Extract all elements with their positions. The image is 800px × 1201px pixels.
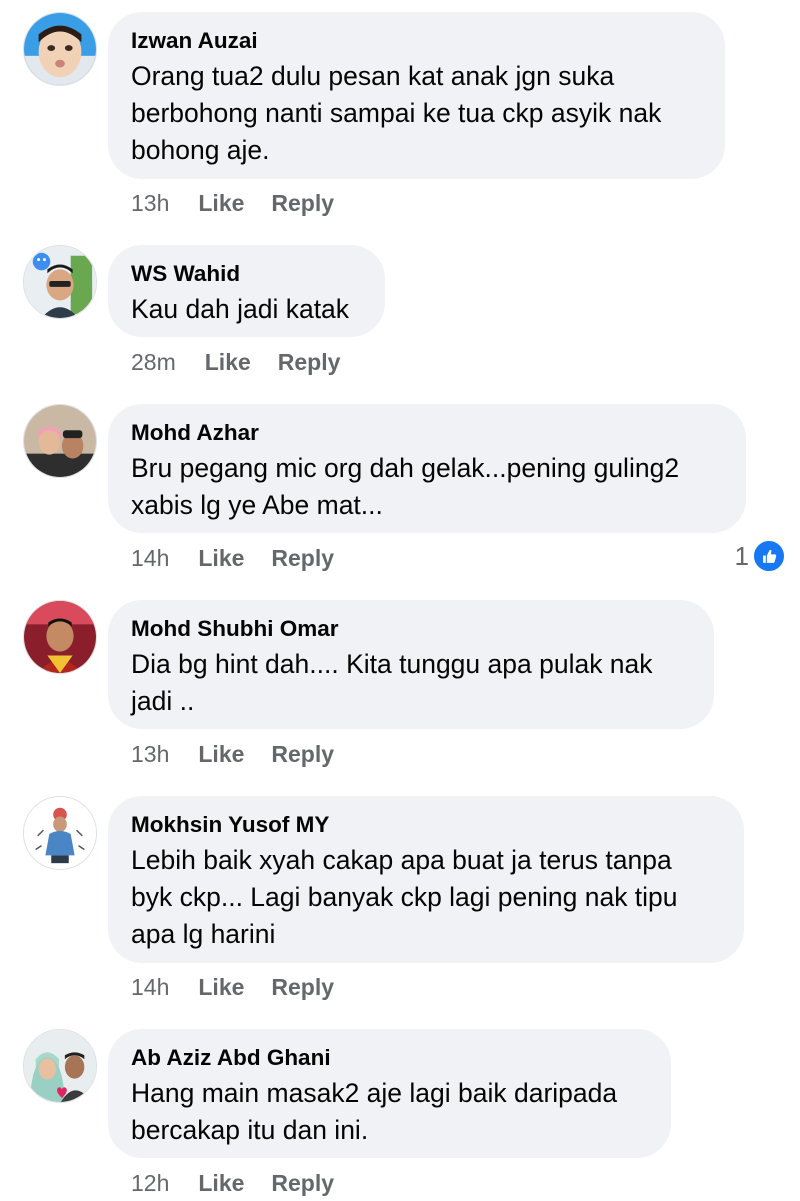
avatar-photo bbox=[24, 797, 96, 869]
avatar-photo bbox=[24, 246, 96, 318]
comment-actions: 13h Like Reply bbox=[131, 189, 334, 217]
avatar[interactable] bbox=[23, 796, 97, 870]
comment-author[interactable]: WS Wahid bbox=[131, 261, 361, 287]
comment-text-line: xabis lg ye Abe mat... bbox=[131, 490, 383, 520]
comment-timestamp[interactable]: 13h bbox=[131, 741, 169, 767]
comment-actions: 13h Like Reply bbox=[131, 740, 334, 768]
comment-bubble: Mohd Azhar Bru pegang mic org dah gelak.… bbox=[108, 404, 746, 533]
avatar-photo bbox=[24, 13, 96, 85]
comment-author[interactable]: Izwan Auzai bbox=[131, 28, 701, 54]
comment-bubble: WS Wahid Kau dah jadi katak bbox=[108, 245, 385, 337]
thumbs-up-icon bbox=[752, 539, 786, 573]
reply-button[interactable]: Reply bbox=[271, 1170, 334, 1196]
comment-author[interactable]: Mohd Shubhi Omar bbox=[131, 616, 690, 642]
comment-author[interactable]: Mohd Azhar bbox=[131, 420, 722, 446]
comment-author[interactable]: Ab Aziz Abd Ghani bbox=[131, 1045, 647, 1071]
like-button[interactable]: Like bbox=[198, 1170, 244, 1196]
comment-text-line: berbohong nanti sampai ke tua ckp asyik … bbox=[131, 98, 662, 128]
comment-text-line: byk ckp... Lagi banyak ckp lagi pening n… bbox=[131, 882, 678, 912]
like-button[interactable]: Like bbox=[198, 974, 244, 1000]
comment-text-line: Dia bg hint dah.... Kita tunggu apa pula… bbox=[131, 649, 653, 679]
comment-timestamp[interactable]: 28m bbox=[131, 349, 176, 375]
like-button[interactable]: Like bbox=[198, 741, 244, 767]
comment-text-line: bercakap itu dan ini. bbox=[131, 1115, 369, 1145]
reply-button[interactable]: Reply bbox=[278, 349, 341, 375]
reaction-summary[interactable]: 1 bbox=[735, 539, 786, 573]
comment-actions: 14h Like Reply bbox=[131, 544, 334, 572]
avatar[interactable] bbox=[23, 245, 97, 319]
comment-actions: 12h Like Reply bbox=[131, 1169, 334, 1197]
reply-button[interactable]: Reply bbox=[271, 741, 334, 767]
comment-bubble: Mokhsin Yusof MY Lebih baik xyah cakap a… bbox=[108, 796, 744, 963]
avatar[interactable] bbox=[23, 404, 97, 478]
comment-timestamp[interactable]: 13h bbox=[131, 190, 169, 216]
comment-timestamp[interactable]: 14h bbox=[131, 974, 169, 1000]
comment-text-line: bohong aje. bbox=[131, 135, 270, 165]
avatar[interactable] bbox=[23, 600, 97, 674]
comment-text-line: Orang tua2 dulu pesan kat anak jgn suka bbox=[131, 61, 615, 91]
reply-button[interactable]: Reply bbox=[271, 545, 334, 571]
avatar-photo bbox=[24, 601, 96, 673]
like-button[interactable]: Like bbox=[198, 545, 244, 571]
reply-button[interactable]: Reply bbox=[271, 190, 334, 216]
comment-text-line: jadi .. bbox=[131, 686, 195, 716]
comment-bubble: Izwan Auzai Orang tua2 dulu pesan kat an… bbox=[108, 12, 725, 179]
like-button[interactable]: Like bbox=[205, 349, 251, 375]
avatar[interactable] bbox=[23, 1029, 97, 1103]
comment-bubble: Mohd Shubhi Omar Dia bg hint dah.... Kit… bbox=[108, 600, 714, 729]
comment-timestamp[interactable]: 14h bbox=[131, 545, 169, 571]
comment-text-line: Hang main masak2 aje lagi baik daripada bbox=[131, 1078, 618, 1108]
comment-timestamp[interactable]: 12h bbox=[131, 1170, 169, 1196]
comment-text-line: Lebih baik xyah cakap apa buat ja terus … bbox=[131, 845, 672, 875]
like-button[interactable]: Like bbox=[198, 190, 244, 216]
avatar[interactable] bbox=[23, 12, 97, 86]
comment-actions: 28m Like Reply bbox=[131, 348, 340, 376]
comment-text-line: Kau dah jadi katak bbox=[131, 294, 350, 324]
comment-author[interactable]: Mokhsin Yusof MY bbox=[131, 812, 720, 838]
comment-bubble: Ab Aziz Abd Ghani Hang main masak2 aje l… bbox=[108, 1029, 671, 1158]
reply-button[interactable]: Reply bbox=[271, 974, 334, 1000]
avatar-photo bbox=[24, 405, 96, 477]
comment-actions: 14h Like Reply bbox=[131, 973, 334, 1001]
avatar-photo bbox=[24, 1030, 96, 1102]
comment-text-line: Bru pegang mic org dah gelak...pening gu… bbox=[131, 453, 680, 483]
reaction-count: 1 bbox=[734, 540, 749, 571]
comment-text-line: apa lg harini bbox=[131, 919, 276, 949]
